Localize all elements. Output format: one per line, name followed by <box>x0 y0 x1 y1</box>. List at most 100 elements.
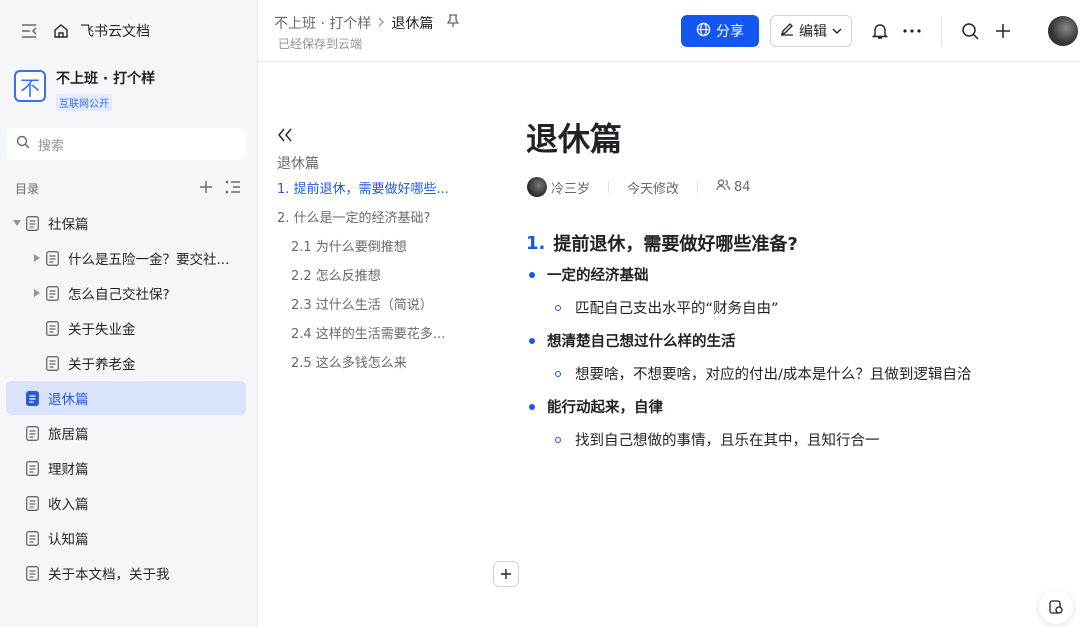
collapse-sidebar-icon[interactable] <box>20 22 38 40</box>
outline-item[interactable]: 2.3 过什么生活（简说） <box>277 289 467 318</box>
doc-icon <box>24 530 40 546</box>
outline-item[interactable]: 2.5 这么多钱怎么来 <box>277 347 467 376</box>
toc-header: 目录 <box>15 180 241 197</box>
bullet-item: 想要啥，不想要啥，对应的付出/成本是什么？且做到逻辑自洽 <box>526 357 1046 390</box>
bullet-text: 能行动起来，自律 <box>547 400 663 416</box>
users-icon <box>716 179 731 195</box>
share-button[interactable]: 分享 <box>681 15 759 47</box>
doc-title: 退休篇 <box>526 120 623 158</box>
search-placeholder: 搜索 <box>38 138 65 154</box>
bullet-text: 想清楚自己想过什么样的生活 <box>547 334 736 350</box>
caret-icon[interactable] <box>30 289 44 297</box>
bullet-text: 想要啥，不想要啥，对应的付出/成本是什么？且做到逻辑自洽 <box>575 367 972 383</box>
space-logo: 不 <box>14 70 46 102</box>
doc-icon <box>24 425 40 441</box>
outline-title[interactable]: 退休篇 <box>277 153 467 173</box>
tree-item[interactable]: 理财篇 <box>6 451 246 485</box>
tree-item-label: 认知篇 <box>48 532 89 548</box>
doc-meta: 冷三岁 今天修改 84 <box>527 177 751 197</box>
bullet-item: 想清楚自己想过什么样的生活 <box>526 324 1046 357</box>
tree-item[interactable]: 认知篇 <box>6 521 246 555</box>
tree-item-label: 理财篇 <box>48 462 89 478</box>
outline-item[interactable]: 2.2 怎么反推想 <box>277 260 467 289</box>
help-icon[interactable] <box>1039 590 1073 624</box>
bullet-item: 一定的经济基础 <box>526 258 1046 291</box>
pen-icon <box>780 22 794 40</box>
tree-item[interactable]: 关于本文档，关于我 <box>6 556 246 590</box>
add-block-button[interactable] <box>493 561 519 587</box>
tree-item-label: 社保篇 <box>48 217 89 233</box>
bullet-text: 匹配自己支出水平的“财务自由” <box>575 301 779 317</box>
toc-heading: 目录 <box>15 182 40 196</box>
bullet-item: 匹配自己支出水平的“财务自由” <box>526 291 1046 324</box>
tree-item-label: 退休篇 <box>48 392 89 408</box>
doc-body: 1. 提前退休，需要做好哪些准备? 一定的经济基础匹配自己支出水平的“财务自由”… <box>526 228 1046 456</box>
space-name[interactable]: 不上班 · 打个样 <box>56 70 155 88</box>
bullet-marker <box>529 403 535 410</box>
viewer-count[interactable]: 84 <box>734 180 751 195</box>
heading-1: 1. 提前退休，需要做好哪些准备? <box>526 228 1046 258</box>
double-chevron-left-icon[interactable] <box>277 125 467 145</box>
tree-item[interactable]: 关于失业金 <box>6 311 246 345</box>
plus-icon[interactable] <box>993 21 1013 41</box>
bullet-marker <box>555 304 561 311</box>
breadcrumb-space[interactable]: 不上班 · 打个样 <box>274 13 371 33</box>
doc-icon <box>24 565 40 581</box>
visibility-badge: 互联网公开 <box>56 94 112 111</box>
breadcrumb: 不上班 · 打个样 退休篇 <box>274 13 460 33</box>
doc-icon <box>44 285 60 301</box>
save-status: 已经保存到云端 <box>278 37 363 51</box>
tree-item[interactable]: 什么是五险一金？要交社... <box>6 241 246 275</box>
doc-icon <box>44 250 60 266</box>
user-avatar[interactable] <box>1048 16 1078 46</box>
outline-item[interactable]: 2.4 这样的生活需要花多... <box>277 318 467 347</box>
tree-item[interactable]: 收入篇 <box>6 486 246 520</box>
doc-tree: 社保篇什么是五险一金？要交社... 怎么自己交社保? 关于失业金关于养老金退休篇旅居… <box>6 206 246 591</box>
app-brand[interactable]: 飞书云文档 <box>80 21 150 41</box>
tree-item[interactable]: 旅居篇 <box>6 416 246 450</box>
pin-icon[interactable] <box>447 14 460 32</box>
caret-icon[interactable] <box>10 220 24 226</box>
author-name[interactable]: 冷三岁 <box>551 178 590 197</box>
breadcrumb-current[interactable]: 退休篇 <box>391 13 433 33</box>
modified-time: 今天修改 <box>627 181 680 197</box>
heading-text: 提前退休，需要做好哪些准备? <box>553 234 798 255</box>
sidebar: 飞书云文档 不 不上班 · 打个样 互联网公开 搜索 目录 社保篇什么是五险一金… <box>0 0 258 627</box>
doc-icon <box>44 320 60 336</box>
bullet-text: 一定的经济基础 <box>547 268 649 284</box>
outline-item[interactable]: 2.1 为什么要倒推想 <box>277 231 467 260</box>
sidebar-top: 飞书云文档 <box>20 20 150 42</box>
bullet-marker <box>555 436 561 443</box>
edit-mode-button[interactable]: 编辑 <box>770 15 852 47</box>
space-header[interactable]: 不 不上班 · 打个样 互联网公开 <box>14 70 155 111</box>
doc-outline: 退休篇 1. 提前退休，需要做好哪些... 2. 什么是一定的经济基础? 2.1 为… <box>277 125 467 376</box>
home-icon[interactable] <box>52 22 70 40</box>
search-icon[interactable] <box>960 21 980 41</box>
tree-item-label: 怎么自己交社保? <box>68 287 170 303</box>
doc-icon <box>24 495 40 511</box>
more-icon[interactable] <box>902 21 922 41</box>
tree-item-label: 关于失业金 <box>68 322 136 338</box>
bell-icon[interactable] <box>870 21 890 41</box>
edit-label: 编辑 <box>799 24 827 40</box>
tree-item[interactable]: 退休篇 <box>6 381 246 415</box>
share-label: 分享 <box>716 24 744 40</box>
tree-item[interactable]: 社保篇 <box>6 206 246 240</box>
toolbar-divider <box>941 16 942 46</box>
heading-number: 1. <box>526 232 546 254</box>
tree-item[interactable]: 关于养老金 <box>6 346 246 380</box>
author-avatar[interactable] <box>527 177 547 197</box>
outline-item[interactable]: 1. 提前退休，需要做好哪些... <box>277 173 467 202</box>
bullet-marker <box>529 271 535 278</box>
tree-item-label: 什么是五险一金？要交社... <box>68 252 230 268</box>
caret-icon[interactable] <box>30 254 44 262</box>
bullet-marker <box>555 370 561 377</box>
search-input[interactable]: 搜索 <box>6 128 246 160</box>
tree-item-label: 关于本文档，关于我 <box>48 567 170 583</box>
plus-icon[interactable] <box>199 180 213 197</box>
list-icon[interactable] <box>225 180 241 197</box>
tree-item[interactable]: 怎么自己交社保? <box>6 276 246 310</box>
chevron-down-icon <box>832 23 842 39</box>
outline-item[interactable]: 2. 什么是一定的经济基础? <box>277 202 467 231</box>
bullet-item: 找到自己想做的事情，且乐在其中，且知行合一 <box>526 423 1046 456</box>
